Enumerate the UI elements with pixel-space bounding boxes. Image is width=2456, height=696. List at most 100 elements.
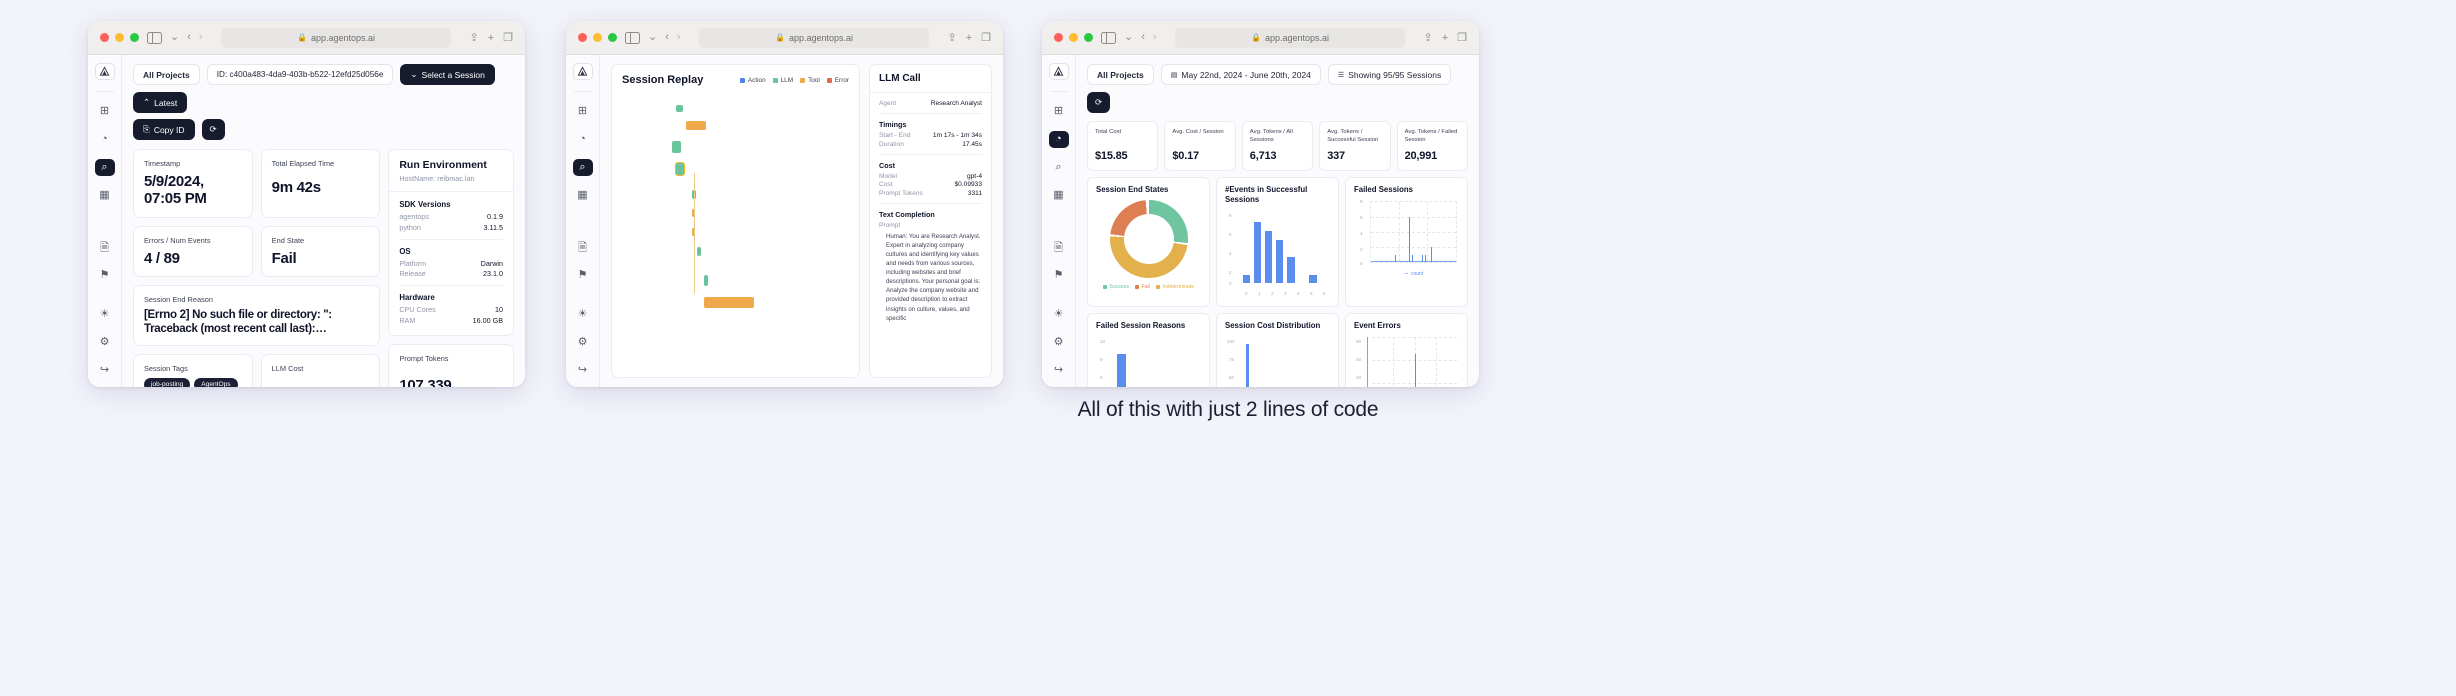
card-label: Total Elapsed Time [271,159,335,168]
settings-icon[interactable]: ⚙ [95,334,115,351]
flag-icon[interactable]: ⚑ [95,268,115,285]
session-tag[interactable]: job-posting [144,377,191,387]
refresh-button[interactable]: ⟳ [1087,92,1110,113]
copy-id-button[interactable]: ⎘ Copy ID [133,119,195,140]
bar-3[interactable] [1275,239,1284,284]
share-icon[interactable]: ⇪ [947,31,956,44]
settings-icon[interactable]: ⚙ [1049,334,1069,351]
timeline-bar[interactable] [703,274,708,286]
share-icon[interactable]: ⇪ [469,31,478,44]
card-value: 9m 42s [271,179,321,196]
timeline-bar[interactable] [671,140,682,153]
session-search-icon[interactable]: ⌕ [1049,159,1069,176]
all-projects-button[interactable]: All Projects [1087,64,1154,85]
forward-button-icon[interactable]: › [677,32,681,43]
llm-call-body[interactable]: Agent Research Analyst Timings Start - E… [870,93,991,330]
chevron-down-icon[interactable]: ⌄ [648,32,657,43]
session-tag[interactable]: AgentOps [194,377,238,387]
close-window-button[interactable] [578,33,587,42]
maximize-window-button[interactable] [608,33,617,42]
analytics-icon[interactable]: ◔ [573,131,593,148]
grid-icon[interactable]: ▦ [95,187,115,204]
back-button-icon[interactable]: ‹ [1141,32,1145,43]
bar-6[interactable] [1309,274,1317,284]
forward-button-icon[interactable]: › [1153,32,1157,43]
flag-icon[interactable]: ⚑ [573,268,593,285]
new-session-icon[interactable]: ⊞ [1049,103,1069,120]
bar-0[interactable] [1117,354,1126,387]
bar-chart-events: 8 6 4 2 0 0 1 2 3 4 5 6 [1225,209,1330,297]
minimize-window-button[interactable] [115,33,124,42]
timeline-bar-selected[interactable] [675,161,686,176]
sidebar-toggle-icon[interactable] [1101,31,1116,44]
replay-timeline[interactable] [622,94,849,368]
agentops-logo-icon[interactable] [94,63,115,81]
grid-icon[interactable]: ▦ [573,187,593,204]
session-search-icon[interactable]: ⌕ [572,158,593,176]
address-bar[interactable]: 🔒 app.agentops.ai [220,27,452,48]
address-bar[interactable]: 🔒 app.agentops.ai [698,27,930,48]
refresh-button[interactable]: ⟳ [201,119,225,140]
maximize-window-button[interactable] [1084,33,1093,42]
grid-icon[interactable]: ▦ [1049,187,1069,204]
document-icon[interactable]: 🗎 [95,240,115,257]
window-controls[interactable] [578,33,617,42]
sidebar-toggle-icon[interactable] [147,31,162,44]
window-controls[interactable] [100,33,139,42]
theme-icon[interactable]: ☀ [1049,306,1069,323]
logout-icon[interactable]: ↪ [1049,362,1069,379]
settings-icon[interactable]: ⚙ [573,334,593,351]
address-bar[interactable]: 🔒 app.agentops.ai [1174,27,1406,48]
theme-icon[interactable]: ☀ [573,306,593,323]
flag-icon[interactable]: ⚑ [1049,268,1069,285]
session-id-field[interactable]: ID: c400a483-4da9-403b-b522-12efd25d056e [206,64,394,85]
select-session-button[interactable]: ⌄ Select a Session [400,64,495,85]
new-tab-icon[interactable]: + [1442,32,1448,44]
document-icon[interactable]: 🗎 [573,240,593,257]
bar-0[interactable] [1246,343,1250,387]
new-session-icon[interactable]: ⊞ [95,103,115,120]
chevron-down-icon[interactable]: ⌄ [1124,32,1133,43]
bar-4[interactable] [1286,257,1295,284]
agentops-logo-icon[interactable] [572,63,593,81]
tabs-icon[interactable]: ❐ [503,31,513,44]
back-button-icon[interactable]: ‹ [665,32,669,43]
window-controls[interactable] [1054,33,1093,42]
bar-0[interactable] [1242,274,1251,284]
minimize-window-button[interactable] [593,33,602,42]
tabs-icon[interactable]: ❐ [981,31,991,44]
sessions-filter-button[interactable]: ☰ Showing 95/95 Sessions [1327,64,1452,85]
close-window-button[interactable] [100,33,109,42]
timeline-bar[interactable] [685,121,706,131]
logout-icon[interactable]: ↪ [573,362,593,379]
new-tab-icon[interactable]: + [966,32,972,44]
theme-icon[interactable]: ☀ [95,306,115,323]
maximize-window-button[interactable] [130,33,139,42]
share-icon[interactable]: ⇪ [1423,31,1432,44]
new-session-icon[interactable]: ⊞ [573,103,593,120]
bar-1[interactable] [1253,222,1262,284]
sidebar-toggle-icon[interactable] [625,31,640,44]
close-window-button[interactable] [1054,33,1063,42]
minimize-window-button[interactable] [1069,33,1078,42]
y-tick: 4 [1229,251,1232,257]
chevron-down-icon[interactable]: ⌄ [170,32,179,43]
back-button-icon[interactable]: ‹ [187,32,191,43]
document-icon[interactable]: 🗎 [1049,240,1069,257]
date-range-picker[interactable]: ▤ May 22nd, 2024 - June 20th, 2024 [1160,64,1321,85]
forward-button-icon[interactable]: › [199,32,203,43]
timeline-bar[interactable] [696,247,701,257]
tabs-icon[interactable]: ❐ [1457,31,1467,44]
logout-icon[interactable]: ↪ [95,362,115,379]
refresh-icon: ⟳ [209,124,217,134]
analytics-icon[interactable]: ◔ [95,131,115,148]
new-tab-icon[interactable]: + [488,32,494,44]
bar-2[interactable] [1264,230,1273,284]
latest-button[interactable]: ⌃ Latest [133,92,188,113]
agentops-logo-icon[interactable] [1048,63,1069,81]
timeline-bar[interactable] [703,296,754,309]
analytics-icon[interactable]: ◔ [1048,130,1069,148]
all-projects-button[interactable]: All Projects [133,64,200,85]
session-search-icon[interactable]: ⌕ [94,158,115,176]
timeline-bar[interactable] [676,104,684,113]
